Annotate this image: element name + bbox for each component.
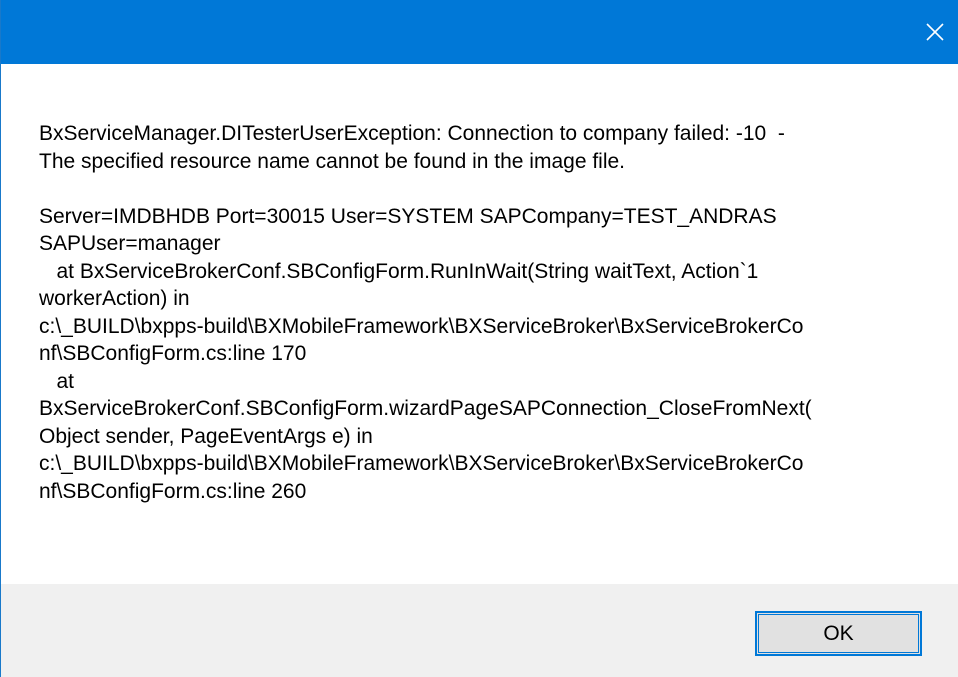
message-line: BxServiceManager.DITesterUserException: … [39, 122, 785, 145]
message-line: c:\_BUILD\bxpps-build\BXMobileFramework\… [39, 452, 804, 475]
message-line: BxServiceBrokerConf.SBConfigForm.wizardP… [39, 397, 812, 420]
message-line: c:\_BUILD\bxpps-build\BXMobileFramework\… [39, 314, 804, 338]
message-area: BxServiceManager.DITesterUserException: … [1, 64, 958, 584]
message-line: at BxServiceBrokerConf.SBConfigForm.RunI… [39, 259, 759, 283]
message-line: nf\SBConfigForm.cs:line 260 [39, 479, 307, 503]
button-bar: OK [1, 584, 958, 677]
message-line: SAPUser=manager [39, 232, 221, 255]
message-line: workerAction) in [39, 287, 190, 310]
ok-button[interactable]: OK [755, 611, 922, 656]
title-bar[interactable] [1, 0, 958, 64]
message-line: nf\SBConfigForm.cs:line 170 [39, 342, 307, 365]
close-button[interactable] [911, 0, 958, 64]
message-line: Object sender, PageEventArgs e) in [39, 424, 373, 448]
error-dialog: BxServiceManager.DITesterUserException: … [0, 0, 958, 677]
close-icon[interactable] [926, 23, 944, 41]
message-line: at [39, 369, 75, 393]
message-line: The specified resource name cannot be fo… [39, 149, 626, 173]
error-message-text: BxServiceManager.DITesterUserException: … [39, 120, 909, 505]
message-line: Server=IMDBHDB Port=30015 User=SYSTEM SA… [39, 204, 777, 228]
